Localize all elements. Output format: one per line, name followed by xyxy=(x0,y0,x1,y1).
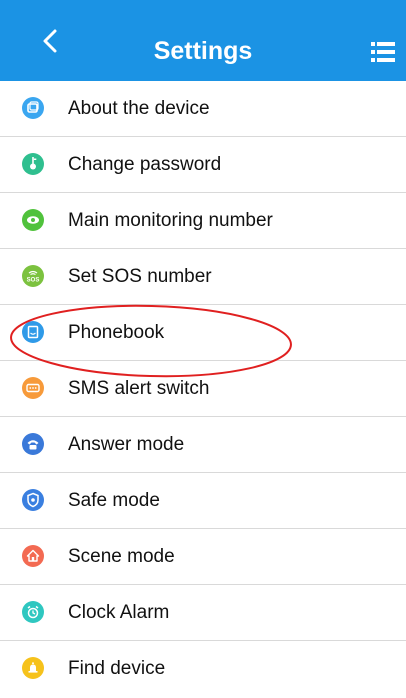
home-icon xyxy=(22,545,44,567)
settings-item-change-password[interactable]: Change password xyxy=(0,137,406,193)
settings-item-sms-alert-switch[interactable]: SMS alert switch xyxy=(0,361,406,417)
shield-icon xyxy=(22,489,44,511)
settings-item-label: Set SOS number xyxy=(68,266,212,287)
settings-item-main-monitoring-number[interactable]: Main monitoring number xyxy=(0,193,406,249)
settings-item-label: Safe mode xyxy=(68,490,160,511)
page-title: Settings xyxy=(153,37,253,65)
key-icon xyxy=(22,153,44,175)
settings-item-clock-alarm[interactable]: Clock Alarm xyxy=(0,585,406,641)
settings-item-label: Phonebook xyxy=(68,322,165,343)
list-menu-icon[interactable] xyxy=(371,40,395,64)
bell-icon xyxy=(22,657,44,679)
settings-item-set-sos-number[interactable]: SOS Set SOS number xyxy=(0,249,406,305)
settings-item-label: Change password xyxy=(68,154,222,175)
answer-phone-icon xyxy=(22,433,44,455)
sms-icon xyxy=(22,377,44,399)
settings-item-safe-mode[interactable]: Safe mode xyxy=(0,473,406,529)
settings-item-label: SMS alert switch xyxy=(68,378,210,399)
app-header: Settings xyxy=(0,0,406,81)
settings-item-scene-mode[interactable]: Scene mode xyxy=(0,529,406,585)
settings-item-label: Answer mode xyxy=(68,434,185,455)
settings-item-label: Scene mode xyxy=(68,546,175,567)
settings-item-label: About the device xyxy=(68,98,210,119)
sos-icon-text: SOS xyxy=(27,278,40,284)
sos-icon: SOS xyxy=(22,265,44,287)
alarm-clock-icon xyxy=(22,601,44,623)
settings-item-answer-mode[interactable]: Answer mode xyxy=(0,417,406,473)
phonebook-icon xyxy=(22,321,44,343)
eye-icon xyxy=(22,209,44,231)
settings-item-label: Clock Alarm xyxy=(68,602,170,623)
settings-list: About the device Change password Main mo… xyxy=(0,81,406,697)
settings-item-about-device[interactable]: About the device xyxy=(0,81,406,137)
settings-item-label: Main monitoring number xyxy=(68,210,273,231)
settings-item-phonebook[interactable]: Phonebook xyxy=(0,305,406,361)
settings-item-label: Find device xyxy=(68,658,166,679)
device-icon xyxy=(22,97,44,119)
settings-item-find-device[interactable]: Find device xyxy=(0,641,406,697)
